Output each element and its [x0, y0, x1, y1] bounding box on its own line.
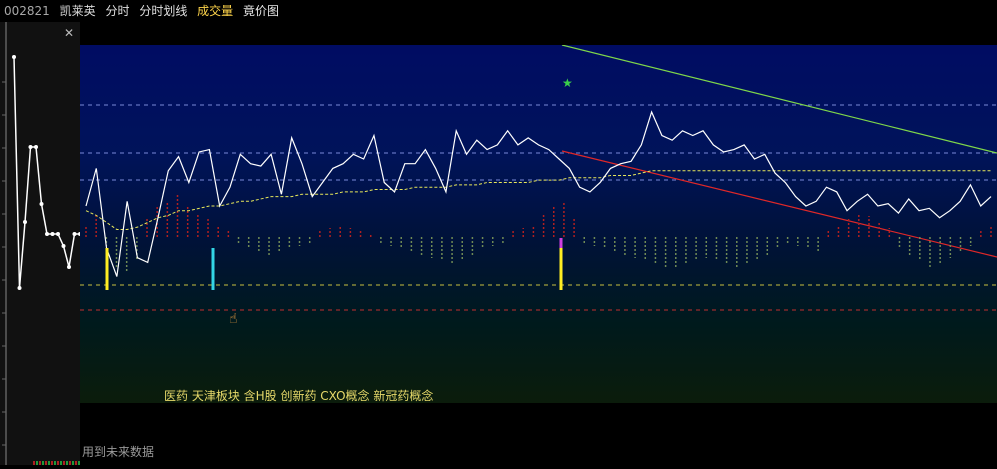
left-price-point — [56, 232, 60, 236]
stock-name: 凯莱英 — [59, 4, 96, 18]
left-price-point — [12, 55, 16, 59]
star-icon: ★ — [562, 76, 573, 90]
title-bar: 002821 凯莱英 分时 分时划线 成交量 竟价图 — [0, 0, 997, 22]
close-icon[interactable]: ✕ — [64, 26, 74, 40]
left-price-point — [23, 220, 27, 224]
left-mini-chart-panel — [0, 22, 82, 465]
tab-intraday[interactable]: 分时 — [105, 4, 129, 18]
future-data-notice: 用到未来数据 — [82, 445, 155, 459]
left-price-point — [17, 286, 22, 290]
tab-intraday-drawing[interactable]: 分时划线 — [139, 4, 187, 18]
intraday-chart[interactable]: ★ — [80, 45, 997, 403]
hand-pointer-icon: ☝ — [229, 311, 238, 327]
left-price-point — [28, 145, 33, 149]
left-price-point — [67, 265, 71, 269]
price-line — [85, 110, 992, 277]
tab-volume[interactable]: 成交量 — [197, 4, 233, 18]
left-mini-chart — [2, 22, 82, 465]
upper-trend-line — [561, 45, 997, 154]
left-price-line — [13, 56, 80, 289]
left-price-point — [45, 232, 49, 236]
concept-tags: 医药 天津板块 含H股 创新药 CXO概念 新冠药概念 — [164, 389, 434, 403]
tab-auction-chart[interactable]: 竟价图 — [243, 4, 279, 18]
left-price-point — [39, 202, 44, 206]
left-price-point — [34, 145, 38, 149]
left-price-point — [72, 232, 77, 236]
lower-trend-line — [561, 150, 997, 258]
stock-code: 002821 — [4, 4, 50, 18]
left-price-point — [50, 232, 55, 236]
intraday-chart-svg: ★ — [80, 45, 997, 311]
left-price-point — [61, 244, 66, 248]
